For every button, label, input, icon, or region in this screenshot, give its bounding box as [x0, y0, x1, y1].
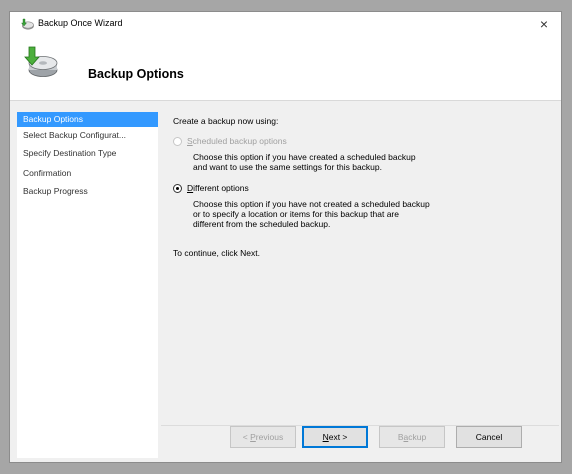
backup-button[interactable]: Backup: [379, 426, 445, 448]
title-bar: Backup Once Wizard ×: [10, 12, 561, 36]
page-title: Backup Options: [88, 67, 184, 81]
sidebar-item-confirmation[interactable]: Confirmation: [17, 166, 158, 181]
sidebar-item-label: Confirmation: [23, 168, 72, 178]
wizard-header: Backup Options: [10, 36, 561, 101]
backup-disk-icon: [23, 46, 59, 78]
sidebar-item-backup-options[interactable]: Backup Options: [17, 112, 158, 127]
wizard-content: Create a backup now using: Scheduled bac…: [161, 112, 559, 458]
sidebar-item-label: Backup Progress: [23, 186, 88, 196]
sidebar-item-specify-destination-type[interactable]: Specify Destination Type: [17, 146, 158, 161]
scheduled-options-label: Scheduled backup options: [187, 136, 287, 146]
wizard-steps-sidebar: Backup Options Select Backup Configurat.…: [17, 112, 158, 458]
different-options-radio[interactable]: [173, 184, 182, 193]
sidebar-item-label: Specify Destination Type: [23, 148, 117, 158]
prompt-text: Create a backup now using:: [173, 116, 279, 126]
wizard-window: Backup Once Wizard × Backup Options Back…: [10, 12, 561, 462]
sidebar-item-label: Select Backup Configurat...: [23, 130, 127, 140]
different-options-description: Choose this option if you have not creat…: [193, 199, 430, 229]
sidebar-item-backup-progress[interactable]: Backup Progress: [17, 184, 158, 199]
previous-button[interactable]: < Previous: [230, 426, 296, 448]
continue-text: To continue, click Next.: [173, 248, 260, 258]
different-options-label: Different options: [187, 183, 249, 193]
backup-wizard-icon: [21, 18, 34, 30]
sidebar-item-select-backup-configuration[interactable]: Select Backup Configurat...: [17, 128, 158, 143]
scheduled-options-description: Choose this option if you have created a…: [193, 152, 416, 172]
next-button[interactable]: Next >: [302, 426, 368, 448]
scheduled-options-radio[interactable]: [173, 137, 182, 146]
cancel-button[interactable]: Cancel: [456, 426, 522, 448]
close-button[interactable]: ×: [527, 12, 561, 36]
sidebar-item-label: Backup Options: [23, 114, 84, 124]
window-title: Backup Once Wizard: [38, 18, 123, 28]
